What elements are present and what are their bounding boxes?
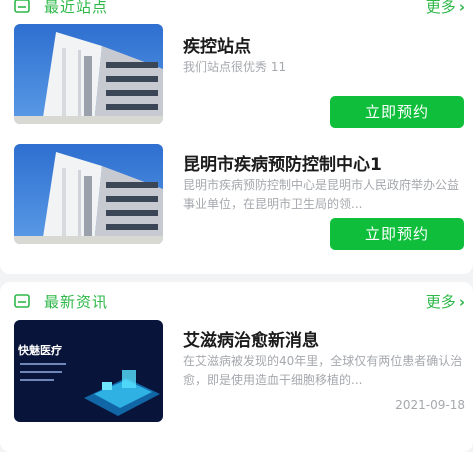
site-description: 我们站点很优秀 11 xyxy=(183,60,287,74)
book-now-button[interactable]: 立即预约 xyxy=(330,96,464,128)
list-card-icon xyxy=(14,294,30,308)
recent-sites-title: 最近站点 xyxy=(44,0,109,16)
news-summary: 在艾滋病被发现的40年里，全球仅有两位患者确认治愈，即是使用造血干细胞移植的..… xyxy=(183,354,463,387)
news-title[interactable]: 艾滋病治愈新消息 xyxy=(183,326,319,351)
latest-news-card: 最新资讯 更多 › 快魅医疗 艾滋病治愈新消息 在艾滋病被发现的40年里，全球仅… xyxy=(0,282,473,452)
news-date: 2021-09-18 xyxy=(395,398,465,412)
site-image[interactable] xyxy=(14,24,163,124)
site-image[interactable] xyxy=(14,144,163,244)
latest-news-more-link[interactable]: 更多 › xyxy=(426,291,465,312)
chevron-right-icon: › xyxy=(458,292,465,311)
recent-sites-more-link[interactable]: 更多 › xyxy=(426,0,465,17)
more-label: 更多 xyxy=(425,293,456,311)
more-label: 更多 xyxy=(425,0,456,16)
recent-sites-card: 最近站点 更多 › 疾控站点 我们站点很优秀 11 立即预约 昆明市疾病预防控制… xyxy=(0,0,473,274)
news-image[interactable]: 快魅医疗 xyxy=(14,320,163,422)
list-card-icon xyxy=(14,0,30,13)
site-title[interactable]: 疾控站点 xyxy=(183,32,251,57)
latest-news-title: 最新资讯 xyxy=(44,292,109,311)
site-title[interactable]: 昆明市疾病预防控制中心1 xyxy=(183,150,382,175)
book-now-button[interactable]: 立即预约 xyxy=(330,218,464,250)
site-description: 昆明市疾病预防控制中心是昆明市人民政府举办公益事业单位，在昆明市卫生局的领... xyxy=(183,178,460,211)
recent-sites-header: 最近站点 更多 › xyxy=(14,0,465,18)
news-image-caption: 快魅医疗 xyxy=(18,344,62,357)
chevron-right-icon: › xyxy=(458,0,465,16)
latest-news-header: 最新资讯 更多 › xyxy=(14,289,465,313)
